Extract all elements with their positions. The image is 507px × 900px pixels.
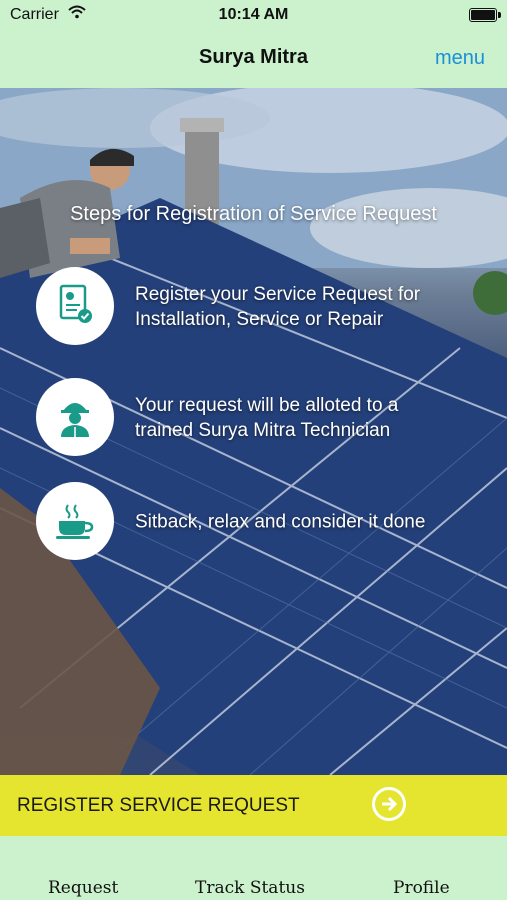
register-label: REGISTER SERVICE REQUEST — [17, 795, 300, 816]
step-line: Sitback, relax and consider it done — [135, 511, 426, 533]
clock: 10:14 AM — [218, 6, 289, 23]
step-line: Register your Service Request for — [135, 284, 421, 305]
step-line: Installation, Service or Repair — [135, 309, 384, 330]
register-service-request-button[interactable]: REGISTER SERVICE REQUEST — [0, 775, 507, 836]
step-assigned: Your request will be alloted to a traine… — [36, 378, 486, 458]
step-register: Register your Service Request for Instal… — [36, 267, 486, 347]
tab-bar: Request Track Status Profile — [0, 836, 507, 900]
coffee-cup-icon — [56, 504, 94, 539]
step-text: Sitback, relax and consider it done — [135, 510, 485, 535]
step-icon-circle — [36, 482, 114, 560]
document-check-icon — [59, 284, 92, 323]
step-icon-circle — [36, 378, 114, 456]
steps-heading: Steps for Registration of Service Reques… — [70, 203, 437, 225]
page-title: Surya Mitra — [199, 46, 308, 68]
menu-button[interactable]: menu — [435, 47, 485, 70]
battery-icon — [469, 8, 501, 22]
step-icon-circle — [36, 267, 114, 345]
step-done: Sitback, relax and consider it done — [36, 482, 486, 562]
tab-track-status[interactable]: Track Status — [195, 878, 305, 898]
hero-background: Steps for Registration of Service Reques… — [0, 88, 507, 775]
tab-profile[interactable]: Profile — [393, 878, 450, 898]
step-text: Your request will be alloted to a traine… — [135, 393, 485, 443]
navigation-bar: Surya Mitra menu — [0, 30, 507, 88]
status-bar: Carrier 10:14 AM — [0, 0, 507, 30]
step-line: Your request will be alloted to a — [135, 395, 399, 416]
technician-icon — [61, 403, 89, 437]
step-line: trained Surya Mitra Technician — [135, 420, 391, 441]
arrow-right-circle-icon[interactable] — [372, 787, 406, 821]
step-text: Register your Service Request for Instal… — [135, 282, 485, 332]
tab-request[interactable]: Request — [48, 878, 118, 898]
